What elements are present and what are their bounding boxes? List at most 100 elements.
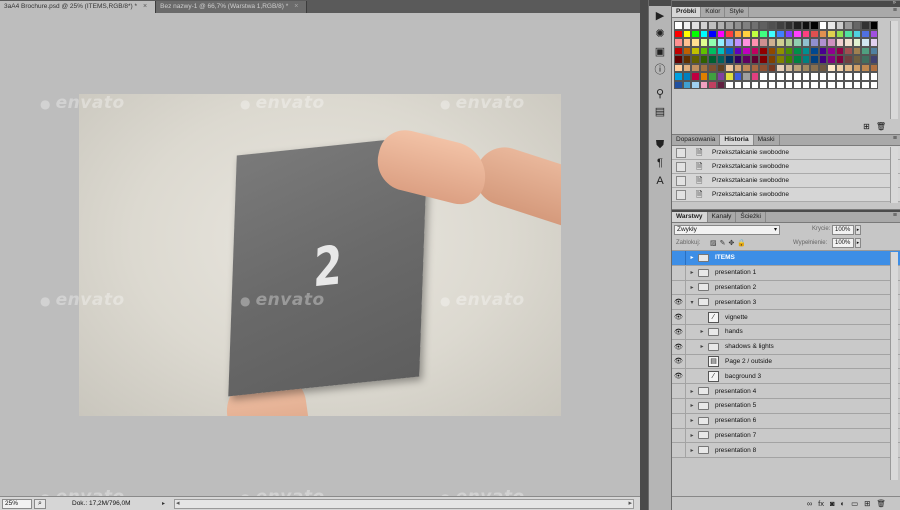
- swatch[interactable]: [793, 38, 802, 47]
- swatch[interactable]: [767, 80, 776, 89]
- layer-row[interactable]: ▸ presentation 8: [672, 443, 900, 459]
- stamp-icon[interactable]: ⛊: [649, 136, 671, 154]
- swatch[interactable]: [818, 80, 827, 89]
- swatches-scrollbar[interactable]: [890, 21, 898, 119]
- swatch[interactable]: [818, 29, 827, 38]
- swatch[interactable]: [716, 80, 725, 89]
- swatch[interactable]: [810, 38, 819, 47]
- swatch[interactable]: [742, 72, 751, 81]
- trash-icon[interactable]: 🗑: [876, 499, 886, 508]
- panel-menu-icon[interactable]: ≡: [893, 135, 897, 142]
- swatch[interactable]: [776, 38, 785, 47]
- image-icon[interactable]: ▣: [649, 42, 671, 60]
- swatch[interactable]: [742, 46, 751, 55]
- lock-brush-icon[interactable]: ✎: [720, 239, 726, 247]
- adjustment-icon[interactable]: ◐: [841, 499, 846, 508]
- swatch[interactable]: [844, 55, 853, 64]
- horizontal-scrollbar[interactable]: [174, 498, 634, 509]
- swatch[interactable]: [793, 55, 802, 64]
- document-image[interactable]: 2: [79, 94, 561, 416]
- swatch[interactable]: [699, 80, 708, 89]
- swatch[interactable]: [793, 63, 802, 72]
- visibility-eye-icon[interactable]: [672, 398, 686, 413]
- swatch[interactable]: [733, 72, 742, 81]
- history-checkbox[interactable]: [676, 175, 686, 186]
- visibility-eye-icon[interactable]: [672, 443, 686, 458]
- swatch[interactable]: [793, 72, 802, 81]
- swatch[interactable]: [784, 63, 793, 72]
- swatch[interactable]: [784, 55, 793, 64]
- fill-arrow-icon[interactable]: ▸: [855, 238, 861, 248]
- swatch[interactable]: [674, 72, 683, 81]
- swatch[interactable]: [725, 21, 734, 30]
- swatch[interactable]: [844, 72, 853, 81]
- swatch[interactable]: [861, 80, 870, 89]
- swatch[interactable]: [861, 55, 870, 64]
- swatch[interactable]: [674, 63, 683, 72]
- clone-icon[interactable]: ▤: [649, 102, 671, 120]
- layer-row[interactable]: ▸ presentation 5: [672, 398, 900, 414]
- swatch[interactable]: [869, 38, 878, 47]
- swatch[interactable]: [699, 72, 708, 81]
- swatch[interactable]: [750, 55, 759, 64]
- swatch[interactable]: [852, 29, 861, 38]
- fx-icon[interactable]: fx: [818, 499, 824, 508]
- swatch[interactable]: [827, 55, 836, 64]
- swatch[interactable]: [801, 21, 810, 30]
- swatch[interactable]: [716, 72, 725, 81]
- layer-row[interactable]: ▸ presentation 1: [672, 265, 900, 281]
- document-tab-brochure[interactable]: 3aA4 Brochure.psd @ 25% (ITEMS,RGB/8*) *…: [0, 1, 157, 13]
- swatch[interactable]: [827, 80, 836, 89]
- swatch[interactable]: [835, 80, 844, 89]
- swatch[interactable]: [776, 63, 785, 72]
- swatch[interactable]: [844, 38, 853, 47]
- mask-icon[interactable]: ◙: [830, 499, 835, 508]
- swatch[interactable]: [716, 29, 725, 38]
- swatch[interactable]: [733, 55, 742, 64]
- close-icon[interactable]: ×: [143, 1, 147, 13]
- swatch[interactable]: [844, 21, 853, 30]
- swatch[interactable]: [776, 72, 785, 81]
- swatch[interactable]: [861, 29, 870, 38]
- swatch[interactable]: [835, 46, 844, 55]
- tab-adjustments[interactable]: Dopasowania: [672, 135, 721, 145]
- swatch[interactable]: [852, 63, 861, 72]
- swatch[interactable]: [682, 80, 691, 89]
- swatch[interactable]: [708, 38, 717, 47]
- swatch[interactable]: [776, 46, 785, 55]
- swatch[interactable]: [699, 38, 708, 47]
- swatch[interactable]: [742, 21, 751, 30]
- swatch[interactable]: [869, 21, 878, 30]
- swatch[interactable]: [767, 63, 776, 72]
- document-info-icon[interactable]: ⌕: [34, 498, 46, 509]
- swatch[interactable]: [767, 46, 776, 55]
- history-checkbox[interactable]: [676, 161, 686, 172]
- collapse-icon[interactable]: »: [893, 0, 896, 6]
- tab-channels[interactable]: Kanały: [708, 212, 737, 222]
- history-item[interactable]: 🗎 Przekształcanie swobodne: [672, 146, 900, 160]
- swatch[interactable]: [844, 80, 853, 89]
- link-icon[interactable]: ∞: [807, 499, 812, 508]
- layer-row[interactable]: 👁 ▸ hands: [672, 324, 900, 340]
- expand-arrow-icon[interactable]: ▸: [688, 402, 696, 409]
- swatch[interactable]: [674, 38, 683, 47]
- swatch[interactable]: [699, 46, 708, 55]
- swatch[interactable]: [691, 21, 700, 30]
- layer-row[interactable]: ▸ presentation 7: [672, 428, 900, 444]
- new-swatch-icon[interactable]: ⊞: [863, 122, 870, 134]
- swatch[interactable]: [691, 63, 700, 72]
- swatch[interactable]: [691, 38, 700, 47]
- visibility-eye-icon[interactable]: [672, 384, 686, 399]
- swatch[interactable]: [784, 38, 793, 47]
- swatch[interactable]: [810, 80, 819, 89]
- expand-arrow-icon[interactable]: ▸: [688, 254, 696, 261]
- swatch[interactable]: [784, 29, 793, 38]
- visibility-eye-icon[interactable]: [672, 428, 686, 443]
- swatch[interactable]: [810, 46, 819, 55]
- swatch[interactable]: [733, 63, 742, 72]
- swatch[interactable]: [784, 72, 793, 81]
- swatch[interactable]: [733, 29, 742, 38]
- swatch[interactable]: [708, 80, 717, 89]
- swatch[interactable]: [869, 80, 878, 89]
- swatch[interactable]: [733, 21, 742, 30]
